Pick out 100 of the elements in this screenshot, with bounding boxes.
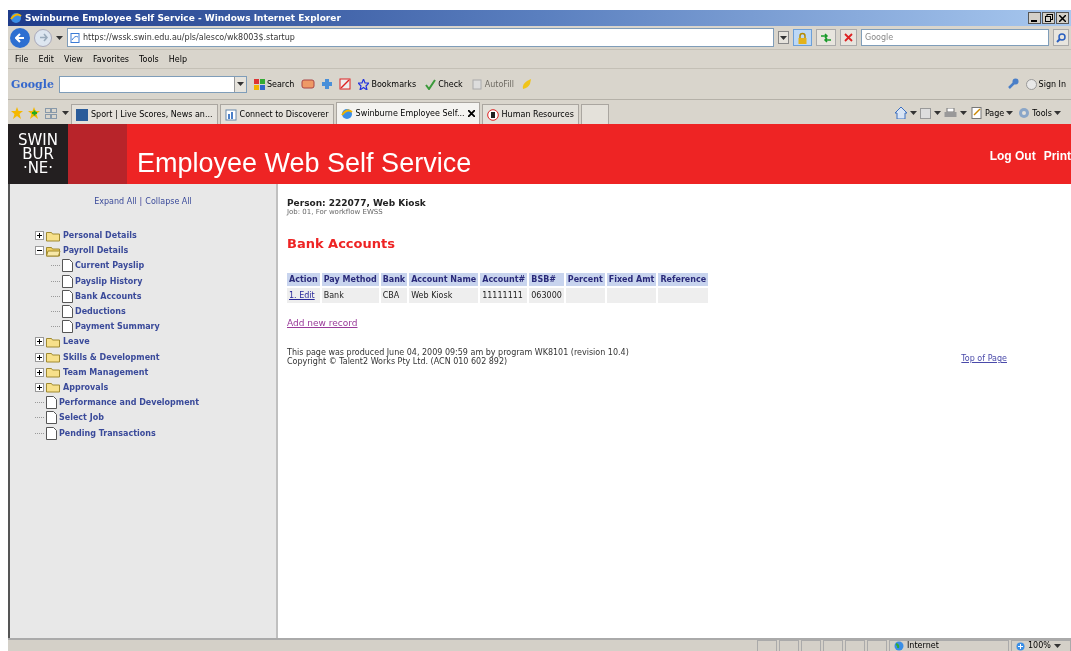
search-logo-icon bbox=[253, 78, 265, 90]
tree-item[interactable]: Pending Transactions bbox=[59, 428, 156, 438]
folder-icon bbox=[46, 229, 61, 242]
top-of-page-link[interactable]: Top of Page bbox=[961, 354, 1007, 366]
tree-item[interactable]: Payment Summary bbox=[75, 322, 160, 332]
refresh-button[interactable] bbox=[816, 29, 836, 46]
page-icon bbox=[62, 274, 73, 288]
header-link[interactable]: Log Out bbox=[989, 149, 1036, 163]
dropdown-button[interactable] bbox=[778, 31, 789, 44]
header-link[interactable]: Print bbox=[1043, 149, 1071, 163]
restore-button[interactable] bbox=[1042, 12, 1055, 24]
tree-item[interactable]: Select Job bbox=[59, 413, 104, 423]
plus-icon[interactable] bbox=[35, 382, 44, 392]
folder-icon bbox=[46, 366, 61, 379]
menu-item[interactable]: Edit bbox=[33, 54, 59, 64]
chart-page-icon bbox=[224, 108, 237, 121]
tree-item[interactable]: Current Payslip bbox=[75, 261, 145, 271]
menu-item[interactable]: Favorites bbox=[87, 54, 134, 64]
zoom-button[interactable]: 100% bbox=[1011, 640, 1071, 651]
menu-item[interactable]: File bbox=[10, 54, 34, 64]
open-folder-icon bbox=[46, 244, 61, 257]
toolbar-button[interactable]: Bookmarks bbox=[356, 78, 419, 90]
address-field[interactable]: https://wssk.swin.edu.au/pls/alesco/wk8003$.startup bbox=[67, 28, 774, 47]
tree-item[interactable]: Payroll Details bbox=[63, 246, 129, 256]
plus-icon[interactable] bbox=[35, 231, 44, 241]
checkmark-icon bbox=[425, 78, 437, 90]
stop-button[interactable] bbox=[840, 29, 857, 46]
close-icon bbox=[467, 110, 475, 117]
menu-item[interactable]: View bbox=[58, 54, 88, 64]
table-cell: Bank bbox=[321, 288, 379, 303]
menu-item[interactable]: Tools bbox=[134, 54, 164, 64]
toolbar-button[interactable]: Check bbox=[423, 78, 465, 90]
swinburne-logo: SWIN BUR ·NE· bbox=[8, 124, 68, 184]
arrows-icon bbox=[820, 32, 832, 43]
column-header: Pay Method bbox=[321, 273, 379, 286]
plus-icon[interactable] bbox=[35, 352, 44, 362]
column-header: Percent bbox=[565, 273, 605, 286]
back-button[interactable] bbox=[10, 27, 30, 48]
search-field[interactable]: Google bbox=[861, 29, 1049, 46]
command-button[interactable]: Tools bbox=[1017, 107, 1062, 119]
column-header: Bank bbox=[380, 273, 408, 286]
header-band bbox=[68, 124, 127, 184]
printer-icon bbox=[943, 107, 957, 119]
plus-icon[interactable] bbox=[35, 367, 44, 377]
add-record-link[interactable]: Add new record bbox=[287, 318, 358, 328]
tree-item[interactable]: Skills & Development bbox=[63, 352, 160, 362]
caret-icon bbox=[933, 111, 941, 115]
page-icon bbox=[62, 289, 73, 303]
browser-tab[interactable]: Connect to Discoverer bbox=[219, 104, 334, 124]
tree-item[interactable]: Personal Details bbox=[63, 231, 137, 241]
tree-item[interactable]: Deductions bbox=[75, 307, 126, 317]
caret-icon bbox=[1054, 111, 1061, 115]
tree-item[interactable]: Performance and Development bbox=[59, 398, 200, 408]
restore-icon bbox=[1044, 14, 1053, 22]
star-icon bbox=[358, 78, 370, 90]
close-icon bbox=[1059, 14, 1066, 22]
folder-icon bbox=[46, 335, 61, 348]
caret-icon bbox=[780, 35, 787, 40]
wrench-icon bbox=[1006, 78, 1019, 90]
toolbar-search-field[interactable] bbox=[58, 75, 247, 93]
collapse-all-link[interactable]: Collapse All bbox=[145, 197, 192, 213]
search-button[interactable] bbox=[1053, 29, 1069, 46]
caret-icon bbox=[1053, 644, 1061, 648]
tree-item[interactable]: Payslip History bbox=[75, 276, 143, 286]
tree-item[interactable]: Leave bbox=[63, 337, 90, 347]
close-button[interactable] bbox=[1056, 12, 1069, 24]
column-header: Action bbox=[287, 273, 320, 286]
browser-icon bbox=[10, 12, 22, 24]
user-circle-icon bbox=[1025, 78, 1037, 90]
window-title: Swinburne Employee Self Service - Windows Internet Explorer bbox=[25, 13, 342, 23]
browser-tab[interactable]: Swinburne Employee Self... bbox=[335, 102, 480, 124]
caret-icon bbox=[236, 82, 244, 86]
folder-icon bbox=[46, 381, 61, 394]
page-icon bbox=[62, 320, 73, 334]
page-icon bbox=[62, 305, 73, 319]
add-favorite-icon bbox=[28, 107, 40, 119]
separator: | bbox=[139, 197, 143, 208]
globe-icon bbox=[894, 641, 904, 651]
menu-item[interactable]: Help bbox=[163, 54, 192, 64]
browser-tab[interactable]: Sport | Live Scores, News an... bbox=[71, 104, 218, 124]
site-logo-icon bbox=[76, 108, 88, 121]
browser-tab[interactable]: Human Resources bbox=[481, 104, 579, 124]
expand-all-link[interactable]: Expand All bbox=[94, 197, 137, 213]
command-button[interactable]: Page bbox=[969, 107, 1015, 119]
home-icon bbox=[894, 107, 907, 119]
column-header: Account# bbox=[480, 273, 528, 286]
browser-icon bbox=[340, 107, 353, 120]
sign-in-button[interactable]: Sign In bbox=[1023, 78, 1068, 90]
right-arrow-icon bbox=[38, 33, 48, 42]
plus-icon[interactable] bbox=[35, 337, 44, 347]
tree-item[interactable]: Bank Accounts bbox=[75, 291, 142, 301]
tree-item[interactable]: Approvals bbox=[63, 382, 109, 392]
table-cell: Web Kiosk bbox=[409, 288, 479, 303]
gear-icon bbox=[1018, 107, 1031, 119]
toolbar-button[interactable]: Search bbox=[251, 78, 297, 90]
section-heading: Bank Accounts bbox=[287, 236, 396, 251]
page-title: Employee Web Self Service bbox=[137, 146, 473, 179]
minus-icon[interactable] bbox=[35, 246, 44, 256]
tree-item[interactable]: Team Management bbox=[63, 367, 149, 377]
minimize-button[interactable] bbox=[1028, 12, 1041, 24]
